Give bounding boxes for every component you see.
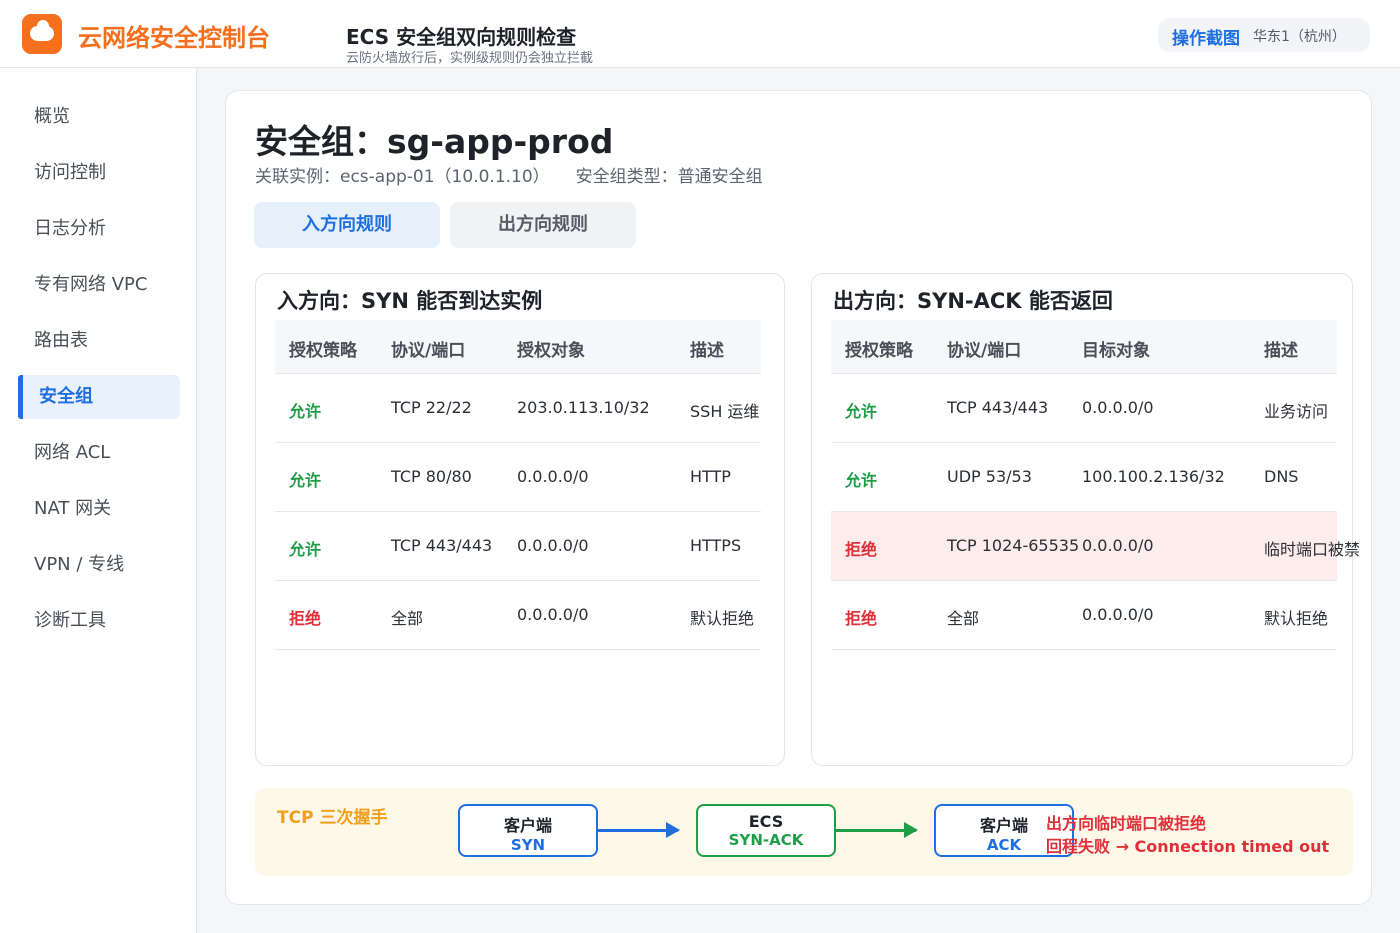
policy-allow: 允许 <box>289 540 322 559</box>
rule-description: 默认拒绝 <box>690 609 755 628</box>
node-name: 客户端 <box>503 816 552 835</box>
table-row[interactable]: 允许 TCP 22/22 203.0.113.10/32 SSH 运维 <box>275 374 761 443</box>
table-row-highlighted[interactable]: 拒绝 TCP 1024-65535 0.0.0.0/0 临时端口被禁 <box>831 512 1360 581</box>
outbound-rules-panel: 出方向：SYN-ACK 能否返回 授权策略 协议/端口 目标对象 描述 允许 T… <box>811 273 1360 766</box>
node-name: ECS <box>748 812 784 831</box>
policy-allow: 允许 <box>845 402 878 421</box>
sidebar-item-nat-gateway[interactable]: NAT 网关 <box>18 487 180 531</box>
dest-target: 0.0.0.0/0 <box>1082 605 1154 624</box>
policy-allow: 允许 <box>289 402 322 421</box>
region-label: 华东1（杭州） <box>1253 29 1346 45</box>
sidebar-item-diagnostics[interactable]: 诊断工具 <box>18 599 180 643</box>
client-syn-node: 客户端 SYN <box>458 804 598 857</box>
region-selector[interactable]: 操作截图 华东1（杭州） <box>1158 18 1370 52</box>
table-row[interactable]: 允许 UDP 53/53 100.100.2.136/32 DNS <box>831 443 1337 512</box>
sidebar: 概览 访问控制 日志分析 专有网络 VPC 路由表 安全组 网络 ACL NAT… <box>0 68 197 933</box>
table-row[interactable]: 允许 TCP 443/443 0.0.0.0/0 HTTPS <box>275 512 761 581</box>
column-header: 授权对象 <box>517 341 585 361</box>
sidebar-item-overview[interactable]: 概览 <box>18 95 180 139</box>
protocol-port: TCP 1024-65535 <box>947 536 1080 555</box>
tab-inbound-rules[interactable]: 入方向规则 <box>254 202 440 248</box>
instance-info: 关联实例：ecs-app-01（10.0.1.10） <box>255 167 550 187</box>
sidebar-item-vpn[interactable]: VPN / 专线 <box>18 543 180 587</box>
policy-allow: 允许 <box>845 471 878 490</box>
protocol-port: 全部 <box>391 609 424 628</box>
protocol-port: UDP 53/53 <box>947 467 1032 486</box>
column-header: 协议/端口 <box>391 341 466 361</box>
policy-deny: 拒绝 <box>845 540 878 559</box>
security-group-title: 安全组：sg-app-prod <box>255 122 614 161</box>
protocol-port: TCP 443/443 <box>947 398 1049 417</box>
auth-target: 0.0.0.0/0 <box>517 536 589 555</box>
group-type: 安全组类型：普通安全组 <box>575 167 763 187</box>
rule-description: SSH 运维 <box>690 402 760 421</box>
dest-target: 100.100.2.136/32 <box>1082 467 1225 486</box>
rule-description: 默认拒绝 <box>1264 609 1329 628</box>
inbound-rules-panel: 入方向：SYN 能否到达实例 授权策略 协议/端口 授权对象 描述 允许 TCP… <box>255 273 785 766</box>
protocol-port: 全部 <box>947 609 980 628</box>
cloud-logo-icon <box>22 14 62 54</box>
tcp-handshake-strip: TCP 三次握手 客户端 SYN ECS SYN-ACK 客户端 ACK 出方向… <box>255 788 1353 876</box>
page-title: ECS 安全组双向规则检查 <box>346 25 577 49</box>
arrow-right-icon <box>598 822 680 838</box>
dest-target: 0.0.0.0/0 <box>1082 398 1154 417</box>
ecs-synack-node: ECS SYN-ACK <box>696 804 836 857</box>
arrow-right-icon <box>836 822 918 838</box>
protocol-port: TCP 22/22 <box>391 398 472 417</box>
table-row[interactable]: 拒绝 全部 0.0.0.0/0 默认拒绝 <box>831 581 1337 650</box>
node-step: SYN-ACK <box>728 831 804 849</box>
sidebar-item-access-control[interactable]: 访问控制 <box>18 151 180 195</box>
top-bar: 云网络安全控制台 ECS 安全组双向规则检查 云防火墙放行后，实例级规则仍会独立… <box>0 0 1400 68</box>
sidebar-item-route-table[interactable]: 路由表 <box>18 319 180 363</box>
failure-reason: 出方向临时端口被拒绝 <box>1046 814 1207 833</box>
outbound-table-header: 授权策略 协议/端口 目标对象 描述 <box>831 320 1337 374</box>
column-header: 授权策略 <box>289 341 357 361</box>
table-row[interactable]: 拒绝 全部 0.0.0.0/0 默认拒绝 <box>275 581 761 650</box>
inbound-table-header: 授权策略 协议/端口 授权对象 描述 <box>275 320 761 374</box>
sidebar-item-security-group[interactable]: 安全组 <box>18 375 180 419</box>
auth-target: 203.0.113.10/32 <box>517 398 650 417</box>
rule-description: 临时端口被禁 <box>1264 540 1361 559</box>
table-row[interactable]: 允许 TCP 80/80 0.0.0.0/0 HTTP <box>275 443 761 512</box>
screenshot-badge: 操作截图 <box>1172 29 1240 49</box>
column-header: 目标对象 <box>1082 341 1150 361</box>
tab-outbound-rules[interactable]: 出方向规则 <box>450 202 636 248</box>
policy-deny: 拒绝 <box>845 609 878 628</box>
dest-target: 0.0.0.0/0 <box>1082 536 1154 555</box>
brand-name: 云网络安全控制台 <box>78 24 270 52</box>
sidebar-item-log-analysis[interactable]: 日志分析 <box>18 207 180 251</box>
rule-description: 业务访问 <box>1264 402 1329 421</box>
policy-deny: 拒绝 <box>289 609 322 628</box>
security-group-meta: 关联实例：ecs-app-01（10.0.1.10） 安全组类型：普通安全组 <box>255 162 763 187</box>
column-header: 描述 <box>1264 341 1298 361</box>
inbound-panel-title: 入方向：SYN 能否到达实例 <box>277 289 543 313</box>
rule-description: HTTP <box>690 467 731 486</box>
protocol-port: TCP 80/80 <box>391 467 472 486</box>
auth-target: 0.0.0.0/0 <box>517 605 589 624</box>
protocol-port: TCP 443/443 <box>391 536 493 555</box>
rule-description: HTTPS <box>690 536 742 555</box>
column-header: 描述 <box>690 341 724 361</box>
column-header: 协议/端口 <box>947 341 1022 361</box>
rule-description: DNS <box>1264 467 1299 486</box>
auth-target: 0.0.0.0/0 <box>517 467 589 486</box>
sidebar-item-vpc[interactable]: 专有网络 VPC <box>18 263 180 307</box>
node-step: SYN <box>510 836 546 854</box>
sidebar-item-network-acl[interactable]: 网络 ACL <box>18 431 180 475</box>
security-group-card: 安全组：sg-app-prod 关联实例：ecs-app-01（10.0.1.1… <box>225 90 1372 905</box>
table-row[interactable]: 允许 TCP 443/443 0.0.0.0/0 业务访问 <box>831 374 1337 443</box>
failure-result: 回程失败 → Connection timed out <box>1046 837 1330 856</box>
column-header: 授权策略 <box>845 341 913 361</box>
policy-allow: 允许 <box>289 471 322 490</box>
outbound-panel-title: 出方向：SYN-ACK 能否返回 <box>833 289 1113 313</box>
page-subtitle: 云防火墙放行后，实例级规则仍会独立拦截 <box>346 51 594 66</box>
handshake-title: TCP 三次握手 <box>277 808 388 828</box>
